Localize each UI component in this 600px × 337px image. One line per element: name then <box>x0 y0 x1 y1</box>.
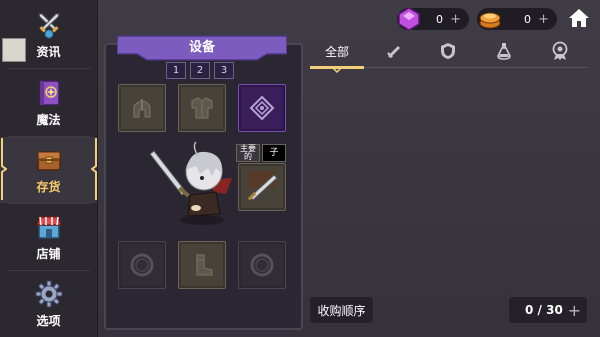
tab-weapons[interactable] <box>376 38 412 64</box>
nav-label: 魔法 <box>36 113 61 127</box>
item-category-tabs: 全部 <box>310 38 590 68</box>
helmet-slot[interactable] <box>118 84 166 132</box>
boots-icon <box>196 254 213 276</box>
ring-slot-left[interactable] <box>118 241 166 289</box>
sort-order-label: 收购顺序 <box>317 303 366 318</box>
amulet-icon <box>249 95 275 121</box>
game-screen: 资讯 魔法 存货 店铺 选项 设备 1 2 3 主要的 子 0 + 0 + 全部… <box>0 0 600 337</box>
tab-armor[interactable] <box>430 38 466 64</box>
nav-label: 资讯 <box>36 45 61 59</box>
nav-item-shop[interactable]: 店铺 <box>0 204 97 270</box>
ring-icon <box>250 253 274 277</box>
shield-icon <box>441 43 455 59</box>
ring-slot-right[interactable] <box>238 241 286 289</box>
page-1-button[interactable]: 1 <box>166 62 186 79</box>
main-weapon-tag: 主要的 <box>236 144 260 162</box>
nav-label: 选项 <box>36 314 61 328</box>
accessory-slot[interactable] <box>238 84 286 132</box>
home-icon[interactable] <box>568 8 590 28</box>
sort-order-button[interactable]: 收购顺序 <box>309 296 374 324</box>
shop-icon <box>35 216 62 239</box>
helmet-icon <box>133 99 151 118</box>
add-coins-button[interactable]: + <box>538 12 549 27</box>
spellbook-icon <box>38 80 60 106</box>
equipment-title: 设备 <box>188 40 215 55</box>
selection-bracket-left <box>1 138 7 200</box>
gear-icon <box>35 280 62 308</box>
expand-capacity-button[interactable]: + <box>568 301 581 320</box>
avatar[interactable] <box>2 38 26 62</box>
weapon-slot[interactable] <box>238 163 286 211</box>
armor-slot[interactable] <box>178 84 226 132</box>
nav-item-magic[interactable]: 魔法 <box>0 70 97 136</box>
sword-icon <box>387 46 400 58</box>
page-3-button[interactable]: 3 <box>214 62 234 79</box>
selection-bracket-right <box>91 138 97 200</box>
chevron-down-icon <box>332 67 342 73</box>
gem-count: 0 <box>436 12 443 26</box>
medal-icon <box>552 41 568 60</box>
divider <box>8 68 90 69</box>
capacity-display: 0 / 30 + <box>508 296 588 324</box>
coin-count: 0 <box>524 12 531 26</box>
tab-all[interactable]: 全部 <box>310 38 364 64</box>
sword-item-icon <box>247 171 278 201</box>
gem-icon <box>398 7 420 31</box>
nav-label: 店铺 <box>36 247 61 261</box>
add-gems-button[interactable]: + <box>450 12 461 27</box>
coin-counter: 0 + <box>477 8 557 30</box>
page-2-button[interactable]: 2 <box>190 62 210 79</box>
crossed-swords-icon <box>37 13 60 39</box>
tab-consumables[interactable] <box>486 38 522 64</box>
coin-stack-icon <box>479 12 501 29</box>
potion-icon <box>497 43 511 60</box>
side-nav: 资讯 魔法 存货 店铺 选项 <box>0 0 98 337</box>
nav-label: 存货 <box>36 180 61 194</box>
armor-icon <box>191 97 213 119</box>
gem-counter: 0 + <box>397 7 469 31</box>
nav-item-options[interactable]: 选项 <box>0 271 97 337</box>
tab-accessories[interactable] <box>542 38 578 64</box>
capacity-count: 0 / 30 <box>525 303 563 317</box>
nav-item-inventory[interactable]: 存货 <box>0 137 97 203</box>
boots-slot[interactable] <box>178 241 226 289</box>
hero-character <box>149 141 232 225</box>
page-selector: 1 2 3 <box>166 62 234 79</box>
treasure-chest-icon <box>36 151 61 171</box>
ring-icon <box>130 253 154 277</box>
sub-weapon-tag[interactable]: 子 <box>262 144 286 162</box>
